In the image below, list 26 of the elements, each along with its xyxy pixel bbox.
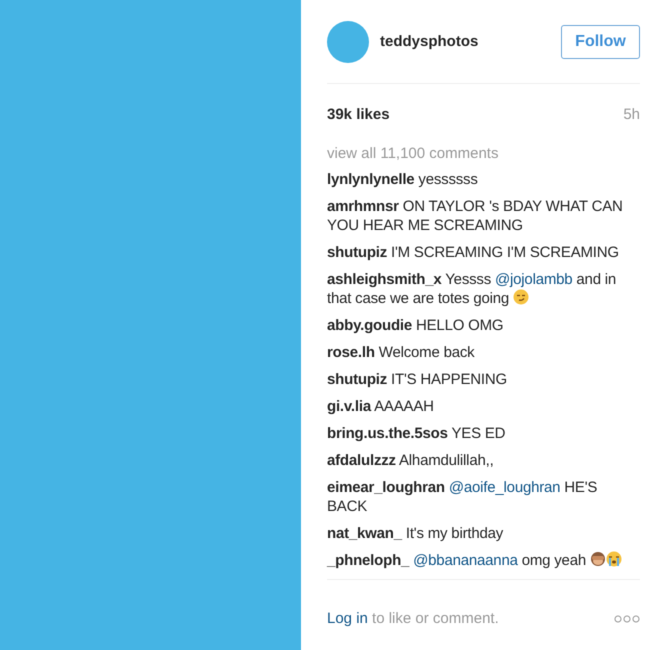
comment: gi.v.lia AAAAAH <box>327 397 435 416</box>
comment: shutupiz IT'S HAPPENING <box>327 370 508 389</box>
avatar[interactable] <box>327 20 369 62</box>
comment: ashleighsmith_x Yessss @jojolambb and in that case we are totes going <box>327 270 618 308</box>
mention-link[interactable]: @bbananaanna <box>413 552 518 569</box>
likes-count: 39k likes <box>327 106 390 123</box>
comment: _phneloph_ @bbananaanna omg yeah <box>327 551 640 570</box>
comment: shutupiz I'M SCREAMING I'M SCREAMING <box>327 243 620 262</box>
comment: eimear_loughran @aoife_loughran HE'S BACK <box>327 478 598 516</box>
comment: afdalulzzz Alhamdulillah,, <box>327 451 495 470</box>
comment: nat_kwan_ It's my birthday <box>327 524 504 543</box>
post-age: 5h <box>623 106 640 123</box>
login-prompt: Log in to like or comment. <box>327 610 499 627</box>
mention-link[interactable]: @jojolambb <box>495 271 572 288</box>
smirk-face-icon <box>513 289 529 305</box>
crying-face-icon <box>606 551 622 567</box>
monkey-icon <box>590 551 606 567</box>
more-options-icon[interactable] <box>614 614 640 622</box>
comment: amrhmnsr ON TAYLOR 's BDAY WHAT CAN YOU HEAR ME SCREAMING <box>327 197 624 235</box>
comment: lynlynlynelle yessssss <box>327 170 479 189</box>
username[interactable]: teddysphotos <box>380 33 561 50</box>
login-link[interactable]: Log in <box>327 610 368 627</box>
comment: bring.us.the.5sos YES ED <box>327 424 506 443</box>
comment: rose.lh Welcome back <box>327 343 476 362</box>
mention-link[interactable]: @aoife_loughran <box>448 479 560 496</box>
comment: abby.goudie HELLO OMG <box>327 316 504 335</box>
